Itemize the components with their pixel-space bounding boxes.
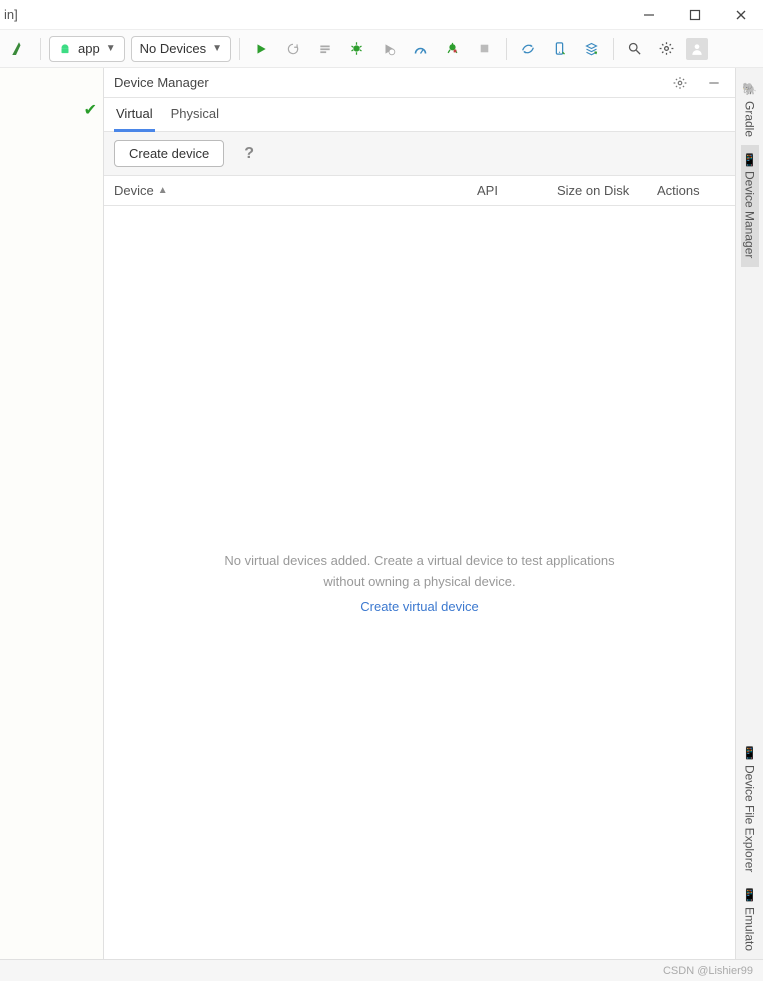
sync-gradle-icon[interactable] [515, 36, 541, 62]
minimize-button[interactable] [635, 1, 663, 29]
main-toolbar: app ▼ No Devices ▼ [0, 30, 763, 68]
sdk-manager-icon[interactable] [579, 36, 605, 62]
rail-device-file-explorer[interactable]: 📱 Device File Explorer [741, 738, 759, 880]
stop-icon[interactable] [472, 36, 498, 62]
create-virtual-device-link[interactable]: Create virtual device [360, 599, 479, 614]
rail-emulator[interactable]: 📱 Emulato [741, 880, 759, 959]
device-table-header: Device ▲ API Size on Disk Actions [104, 176, 735, 206]
rail-emulator-label: Emulato [743, 907, 757, 951]
sync-project-icon[interactable] [6, 36, 32, 62]
separator [613, 38, 614, 60]
search-icon[interactable] [622, 36, 648, 62]
rail-device-manager[interactable]: 📱 Device Manager [741, 145, 759, 267]
panel-settings-gear-icon[interactable] [667, 70, 693, 96]
main-area: ✔ Device Manager Virtual Physical Create… [0, 68, 763, 959]
device-selector[interactable]: No Devices ▼ [131, 36, 231, 62]
run-config-selector[interactable]: app ▼ [49, 36, 125, 62]
tab-physical[interactable]: Physical [169, 100, 221, 132]
title-suffix: in] [4, 7, 18, 22]
phone-icon: 📱 [743, 888, 757, 903]
maximize-button[interactable] [681, 1, 709, 29]
apply-changes-icon[interactable] [280, 36, 306, 62]
rail-device-file-explorer-label: Device File Explorer [743, 765, 757, 872]
android-icon [58, 42, 72, 56]
rail-gradle-label: Gradle [743, 101, 757, 137]
watermark-text: CSDN @Lishier99 [663, 965, 753, 977]
separator [40, 38, 41, 60]
editor-gutter: ✔ [0, 68, 103, 959]
apply-code-changes-icon[interactable] [312, 36, 338, 62]
device-manager-panel: Device Manager Virtual Physical Create d… [103, 68, 735, 959]
device-selector-label: No Devices [140, 41, 206, 56]
separator [239, 38, 240, 60]
avd-manager-icon[interactable] [547, 36, 573, 62]
run-config-label: app [78, 41, 100, 56]
create-device-button[interactable]: Create device [114, 140, 224, 167]
coverage-icon[interactable] [376, 36, 402, 62]
device-table-empty: No virtual devices added. Create a virtu… [104, 206, 735, 959]
column-actions[interactable]: Actions [657, 183, 725, 198]
titlebar: in] [0, 0, 763, 30]
close-button[interactable] [727, 1, 755, 29]
sort-ascending-icon: ▲ [158, 185, 168, 196]
column-device[interactable]: Device ▲ [114, 183, 477, 198]
phone-icon: 📱 [743, 746, 757, 761]
settings-gear-icon[interactable] [654, 36, 680, 62]
hide-panel-icon[interactable] [701, 70, 727, 96]
check-icon: ✔ [84, 100, 97, 120]
column-api[interactable]: API [477, 183, 557, 198]
rail-device-manager-label: Device Manager [743, 171, 757, 258]
panel-action-bar: Create device ? [104, 132, 735, 176]
chevron-down-icon: ▼ [212, 43, 222, 54]
help-icon[interactable]: ? [244, 145, 254, 163]
gradle-icon: 🐘 [743, 82, 757, 97]
empty-message: No virtual devices added. Create a virtu… [210, 551, 630, 593]
chevron-down-icon: ▼ [106, 43, 116, 54]
status-bar: CSDN @Lishier99 [0, 959, 763, 981]
panel-title: Device Manager [114, 75, 209, 90]
run-icon[interactable] [248, 36, 274, 62]
profiler-icon[interactable] [408, 36, 434, 62]
rail-gradle[interactable]: 🐘 Gradle [741, 74, 759, 145]
panel-header: Device Manager [104, 68, 735, 98]
right-tool-rail: 🐘 Gradle 📱 Device Manager 📱 Device File … [735, 68, 763, 959]
panel-tabs: Virtual Physical [104, 98, 735, 132]
column-device-label: Device [114, 183, 154, 198]
column-size[interactable]: Size on Disk [557, 183, 657, 198]
account-avatar-icon[interactable] [686, 38, 708, 60]
app-inspection-icon[interactable] [440, 36, 466, 62]
separator [506, 38, 507, 60]
phone-icon: 📱 [743, 153, 757, 168]
tab-virtual[interactable]: Virtual [114, 100, 155, 132]
debug-icon[interactable] [344, 36, 370, 62]
